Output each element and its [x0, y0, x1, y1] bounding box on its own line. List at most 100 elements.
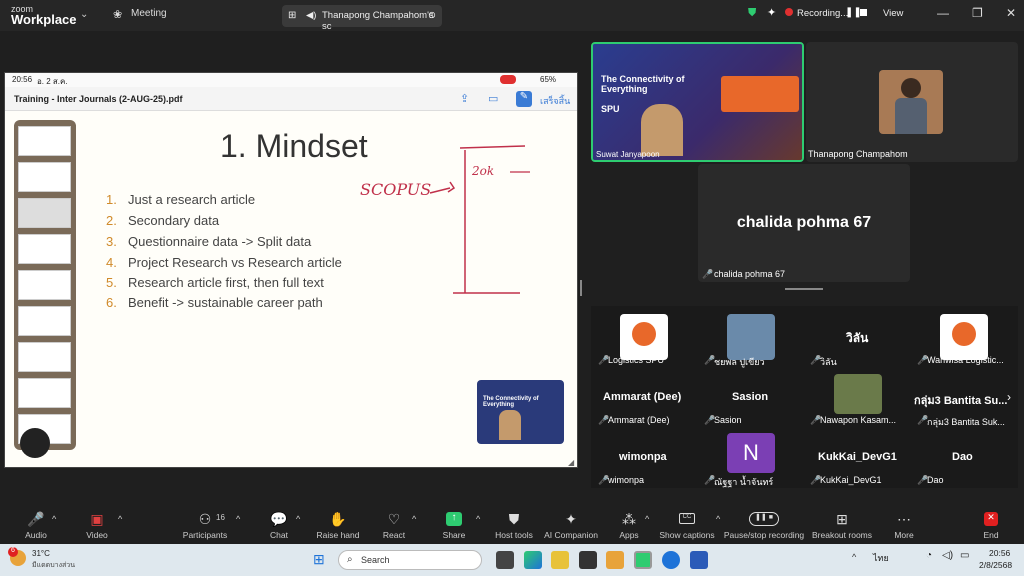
logistics-logo: [940, 314, 988, 360]
participant-big-name: Dao: [952, 451, 973, 463]
page-thumbnail[interactable]: [18, 198, 71, 228]
resize-handle-icon[interactable]: ◢: [568, 458, 574, 467]
close-icon[interactable]: ✕: [1006, 6, 1016, 20]
restore-icon[interactable]: ❐: [972, 6, 983, 20]
participant-name: Dao: [927, 475, 944, 485]
page-thumbnail[interactable]: [18, 378, 71, 408]
slide-bullet: 1. Just a research article: [106, 192, 256, 207]
tablet-time: 20:56: [12, 75, 33, 84]
page-thumbnail[interactable]: [18, 342, 71, 372]
chevron-up-icon[interactable]: ^: [236, 514, 240, 524]
zoom-icon[interactable]: [662, 551, 680, 569]
heart-icon[interactable]: ♡: [356, 511, 432, 528]
page-thumbnail[interactable]: [18, 306, 71, 336]
participant-tile[interactable]: Thanapong Champahom: [806, 42, 1018, 162]
annotation-drawing: [429, 145, 530, 294]
video-off-icon[interactable]: ▣: [59, 511, 135, 528]
chevron-up-icon[interactable]: ^: [852, 552, 856, 562]
input-language[interactable]: ไทย: [873, 551, 889, 565]
participant-name: Wanwisa Logistic...: [927, 355, 1004, 365]
edge-icon[interactable]: [524, 551, 542, 569]
line-icon[interactable]: [634, 551, 652, 569]
end-button[interactable]: End: [953, 530, 1024, 540]
chevron-up-icon[interactable]: ^: [412, 514, 416, 524]
person-icon: [499, 410, 521, 440]
participant-count: 16: [216, 513, 225, 522]
participant-name: วิลัน: [820, 357, 837, 367]
meeting-tab[interactable]: Meeting: [131, 8, 167, 19]
apps-icon[interactable]: ⁂: [591, 511, 667, 528]
participant-name: Sasion: [714, 415, 742, 425]
participant-avatar: N: [727, 433, 775, 473]
pdf-filename: Training - Inter Journals (2-AUG-25).pdf: [14, 94, 183, 104]
chevron-up-icon[interactable]: ^: [716, 514, 720, 524]
page-thumbnail[interactable]: [18, 270, 71, 300]
grid-icon[interactable]: ▭: [488, 92, 498, 105]
splitter-handle[interactable]: [580, 280, 582, 296]
store-icon[interactable]: [579, 551, 597, 569]
captions-icon[interactable]: CC: [679, 513, 695, 524]
done-button[interactable]: เสร็จสิ้น: [540, 94, 570, 108]
share-icon[interactable]: ⇪: [460, 92, 469, 105]
chevron-up-icon[interactable]: ^: [645, 514, 649, 524]
windows-start-icon[interactable]: ⊞: [313, 551, 329, 567]
folder-icon[interactable]: [551, 551, 569, 569]
participant-tile[interactable]: chalida pohma 67 🎤 chalida pohma 67: [698, 164, 910, 282]
volume-icon[interactable]: ◁): [942, 550, 953, 561]
chevron-up-icon[interactable]: ^: [118, 514, 122, 524]
captions-button[interactable]: Show captions: [649, 530, 725, 540]
slide-bullet: 3. Questionnaire data -> Split data: [106, 234, 312, 249]
view-button[interactable]: View: [883, 8, 903, 19]
participant-big-name: กลุ่ม3 Bantita Su...: [914, 395, 1008, 407]
battery-level: 65%: [540, 75, 557, 84]
clock-time[interactable]: 20:56: [989, 548, 1010, 558]
chevron-down-icon[interactable]: ⌄: [80, 9, 88, 20]
participant-name: กลุ่ม3 Bantita Suk...: [927, 417, 1005, 427]
pen-icon[interactable]: ✎: [516, 91, 532, 107]
taskview-icon[interactable]: [496, 551, 514, 569]
pause-recording-button[interactable]: Pause/stop recording: [721, 530, 807, 540]
shield-icon[interactable]: ⛊: [748, 7, 756, 20]
chevron-up-icon[interactable]: ^: [52, 514, 56, 524]
share-tab[interactable]: ⊞ ◀) Thanapong Champahom's sc ⊙: [282, 5, 442, 32]
participants-button[interactable]: Participants: [167, 530, 243, 540]
more-icon[interactable]: ⊙: [428, 10, 436, 21]
page-thumbnail[interactable]: [18, 126, 71, 156]
video-button[interactable]: Video: [59, 530, 135, 540]
wifi-icon[interactable]: ◔: [926, 550, 932, 561]
participant-big-name: wimonpa: [619, 451, 667, 463]
stop-icon[interactable]: [860, 9, 867, 16]
logistics-logo: [620, 314, 668, 360]
participant-photo: [834, 374, 882, 414]
battery-icon[interactable]: ▭: [960, 550, 969, 561]
participants-icon[interactable]: ⚇: [167, 511, 243, 528]
clock-date[interactable]: 2/8/2568: [979, 560, 1012, 570]
pause-stop-icon[interactable]: ❚❚ ■: [749, 512, 779, 526]
sparkle-icon[interactable]: ✦: [767, 6, 776, 19]
participant-name: ณัฐฐา น้ำจันทร์: [714, 477, 774, 487]
minimize-icon[interactable]: —: [937, 6, 949, 20]
participant-photo: [727, 314, 775, 360]
page-thumbnail[interactable]: [18, 162, 71, 192]
drag-handle[interactable]: [785, 288, 823, 290]
more-icon[interactable]: ⋯: [866, 511, 942, 528]
participant-name: chalida pohma 67: [714, 269, 786, 279]
banner-box: [721, 76, 799, 112]
participant-big-name: KukKai_DevG1: [818, 451, 897, 463]
active-speaker-tile[interactable]: The Connectivity of Everything SPU Suwat…: [591, 42, 804, 162]
participant-name: Nawapon Kasam...: [820, 415, 897, 425]
speaker-face: [641, 104, 683, 156]
taskbar-search[interactable]: ⌕ Search: [338, 550, 482, 570]
pin-icon: ⊞: [288, 10, 297, 21]
chevron-right-icon[interactable]: ›: [1007, 390, 1011, 404]
page-thumbnail[interactable]: [18, 234, 71, 264]
participant-name: Logistics SPU: [608, 355, 665, 365]
share-screen-icon[interactable]: ↑: [446, 512, 462, 526]
word-icon[interactable]: [690, 551, 708, 569]
more-button[interactable]: More: [866, 530, 942, 540]
weather-temp: 31°C: [32, 549, 50, 558]
end-icon[interactable]: ✕: [984, 512, 998, 526]
tablet-status-bar: [5, 73, 577, 87]
participant-name: Ammarat (Dee): [608, 415, 670, 425]
app-icon[interactable]: [606, 551, 624, 569]
